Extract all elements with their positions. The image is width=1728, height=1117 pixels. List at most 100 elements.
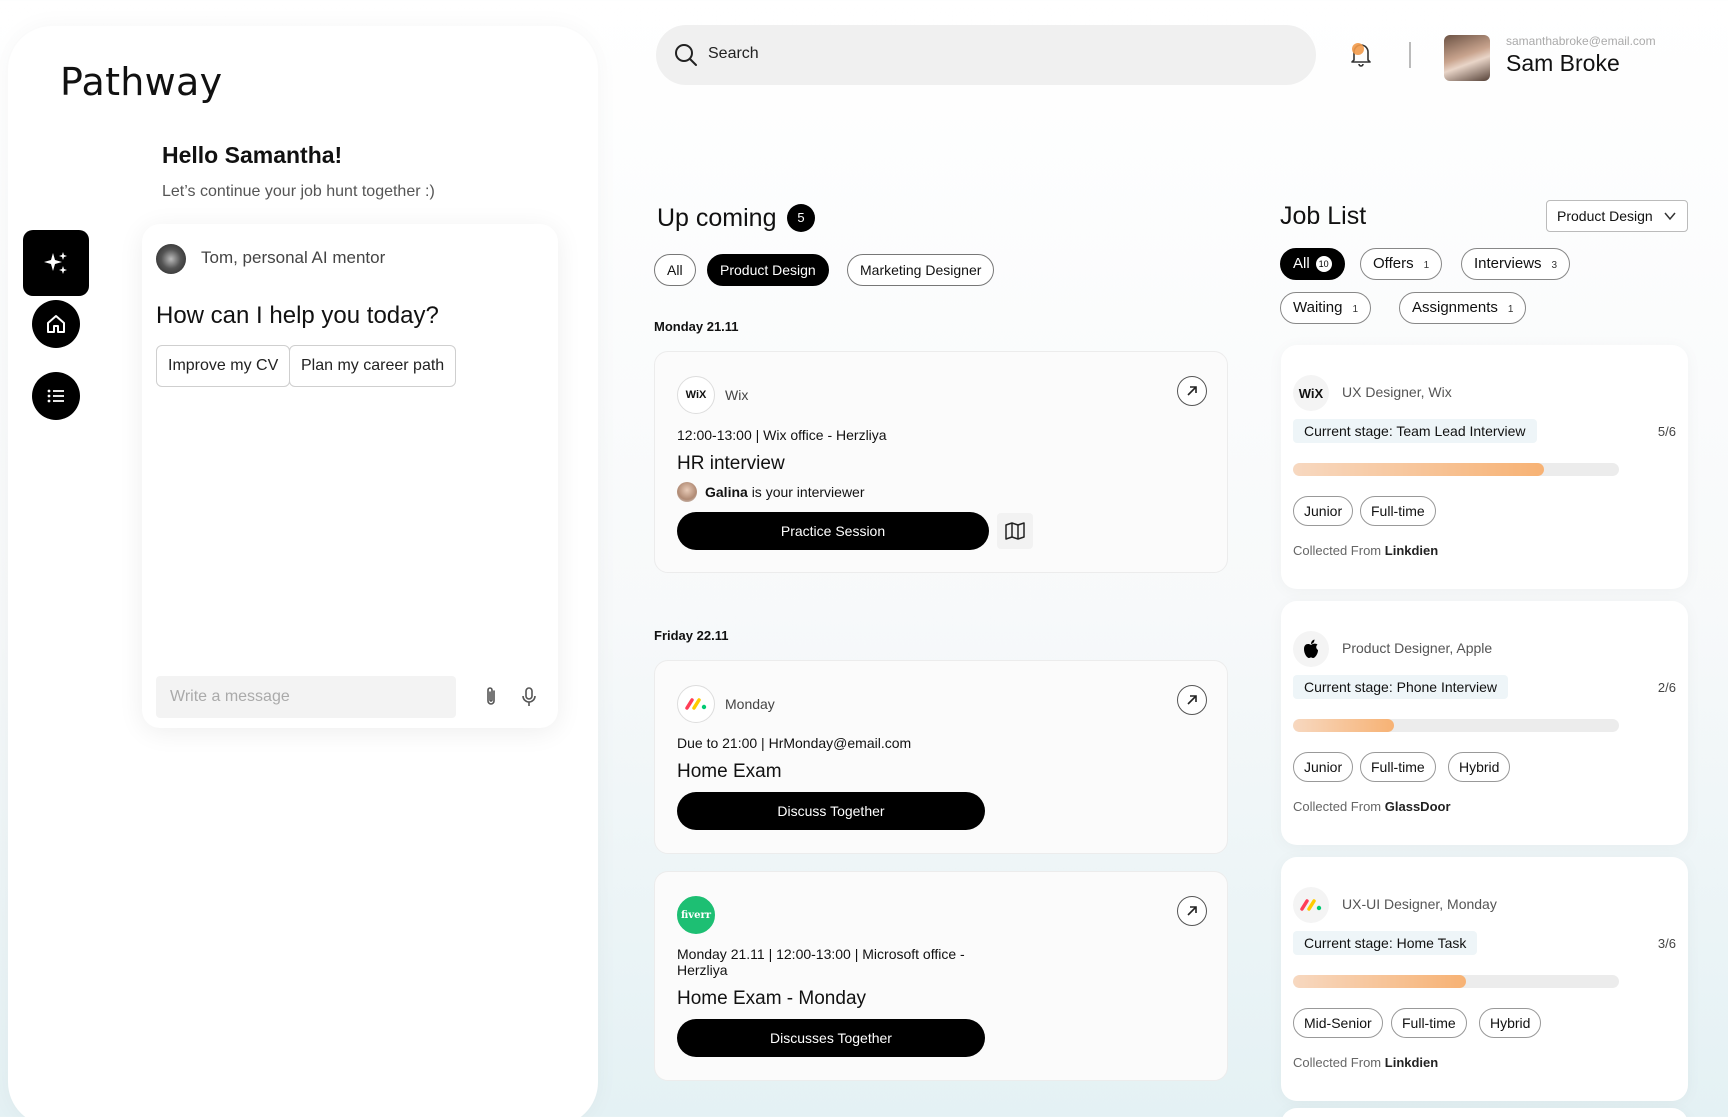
collected-source: Linkdien	[1384, 1055, 1439, 1070]
progress-bar	[1293, 719, 1619, 732]
job-title: Product Designer, Apple	[1342, 640, 1493, 656]
progress-fill	[1293, 975, 1466, 988]
collected-from: Collected From GlassDoor	[1293, 799, 1451, 814]
filter-marketing-designer[interactable]: Marketing Designer	[847, 254, 995, 286]
nav-home-button[interactable]	[32, 300, 80, 348]
bell-icon[interactable]	[1348, 40, 1374, 68]
event-card[interactable]: fiverr Monday 21.11 | 12:00-13:00 | Micr…	[654, 871, 1228, 1081]
date-label: Monday 21.11	[654, 319, 739, 334]
date-label: Friday 22.11	[654, 628, 729, 643]
apple-icon	[1304, 639, 1318, 658]
fiverr-logo: fiverr	[677, 896, 715, 934]
progress-bar	[1293, 463, 1619, 476]
nav-ai-button[interactable]	[23, 230, 89, 296]
search-icon	[675, 44, 697, 66]
user-name[interactable]: Sam Broke	[1506, 50, 1620, 77]
collected-source: Linkdien	[1384, 543, 1439, 558]
interviewer-name: Galina	[705, 484, 748, 500]
tag-level: Junior	[1293, 496, 1354, 526]
tag-type: Full-time	[1360, 496, 1436, 526]
search-bar[interactable]: Search	[656, 25, 1316, 85]
open-event-button[interactable]	[1177, 685, 1207, 715]
job-card[interactable]: WiX UX Designer, Wix Current stage: Team…	[1281, 345, 1688, 589]
home-icon	[47, 315, 65, 333]
job-card[interactable]: Product Designer, Apple Current stage: P…	[1281, 601, 1688, 845]
tag-level: Junior	[1293, 752, 1354, 782]
tab-label: Assignments	[1412, 299, 1498, 316]
greeting-title: Hello Samantha!	[162, 142, 343, 168]
open-event-button[interactable]	[1177, 376, 1207, 406]
filter-product-design[interactable]: Product Design	[707, 254, 829, 286]
tag-location: Hybrid	[1448, 752, 1511, 782]
nav-list-button[interactable]	[32, 372, 80, 420]
filter-all[interactable]: All	[654, 254, 696, 286]
apple-logo	[1293, 631, 1329, 667]
user-avatar[interactable]	[1444, 35, 1490, 81]
message-input[interactable]	[156, 676, 456, 718]
event-company: Monday	[725, 696, 775, 712]
monday-logo-icon	[1300, 899, 1322, 911]
greeting-subtitle: Let’s continue your job hunt together :)	[162, 183, 435, 200]
upcoming-title: Up coming	[657, 204, 777, 232]
search-placeholder[interactable]: Search	[708, 45, 759, 63]
interviewer-avatar	[677, 482, 697, 502]
tag-level: Mid-Senior	[1293, 1008, 1383, 1038]
event-meta: 12:00-13:00 | Wix office - Herzliya	[677, 427, 887, 443]
mentor-name: Tom, personal AI mentor	[201, 248, 386, 267]
event-title: HR interview	[677, 453, 785, 474]
collected-from: Collected From Linkdien	[1293, 1055, 1438, 1070]
tab-all[interactable]: All 10	[1280, 248, 1345, 280]
job-title: UX-UI Designer, Monday	[1342, 896, 1497, 912]
map-button[interactable]	[997, 513, 1033, 549]
left-panel: Pathway Hello Samantha! Let’s continue y…	[8, 26, 598, 1117]
monday-logo	[1293, 887, 1329, 923]
tab-interviews[interactable]: Interviews 3	[1461, 248, 1571, 280]
tag-type: Full-time	[1391, 1008, 1467, 1038]
paperclip-icon[interactable]	[482, 686, 500, 708]
sparkles-icon	[44, 252, 67, 274]
stage-fraction: 2/6	[1657, 680, 1676, 695]
plan-career-button[interactable]: Plan my career path	[289, 345, 457, 387]
wix-logo: WiX	[677, 376, 715, 414]
stage-fraction: 3/6	[1657, 936, 1676, 951]
stage-chip: Current stage: Home Task	[1293, 931, 1478, 955]
user-email: samanthabroke@email.com	[1506, 34, 1656, 48]
collected-from: Collected From Linkdien	[1293, 543, 1438, 558]
tab-offers[interactable]: Offers 1	[1360, 248, 1443, 280]
job-card-partial[interactable]	[1281, 1108, 1688, 1117]
discuss-together-button[interactable]: Discuss Together	[677, 792, 985, 830]
tab-label: Waiting	[1293, 299, 1343, 316]
tag-location: Hybrid	[1479, 1008, 1542, 1038]
event-meta: Due to 21:00 | HrMonday@email.com	[677, 735, 912, 751]
wix-logo: WiX	[1293, 375, 1329, 411]
job-card[interactable]: UX-UI Designer, Monday Current stage: Ho…	[1281, 857, 1688, 1101]
discusses-together-button[interactable]: Discusses Together	[677, 1019, 985, 1057]
open-event-button[interactable]	[1177, 896, 1207, 926]
improve-cv-button[interactable]: Improve my CV	[156, 345, 291, 387]
arrow-up-right-icon	[1187, 386, 1197, 396]
tab-count: 3	[1551, 260, 1558, 271]
practice-session-button[interactable]: Practice Session	[677, 512, 989, 550]
tab-count: 10	[1315, 256, 1332, 272]
collected-prefix: Collected From	[1293, 543, 1382, 558]
tag-type: Full-time	[1360, 752, 1436, 782]
mentor-question: How can I help you today?	[156, 302, 439, 329]
collected-prefix: Collected From	[1293, 799, 1382, 814]
category-dropdown[interactable]: Product Design	[1546, 200, 1688, 232]
progress-fill	[1293, 719, 1395, 732]
tab-count: 1	[1423, 260, 1430, 271]
tab-assignments[interactable]: Assignments 1	[1399, 292, 1527, 324]
event-card[interactable]: WiX Wix 12:00-13:00 | Wix office - Herzl…	[654, 351, 1228, 573]
collected-prefix: Collected From	[1293, 1055, 1382, 1070]
interviewer-row: Galina is your interviewer	[677, 482, 865, 502]
microphone-icon[interactable]	[520, 686, 538, 708]
app-logo[interactable]: Pathway	[60, 60, 222, 104]
tab-waiting[interactable]: Waiting 1	[1280, 292, 1372, 324]
job-title: UX Designer, Wix	[1342, 384, 1452, 400]
monday-logo	[677, 685, 715, 723]
joblist-title: Job List	[1280, 202, 1367, 230]
tab-count: 1	[1507, 304, 1514, 315]
progress-fill	[1293, 463, 1545, 476]
header-divider	[1409, 42, 1411, 68]
event-card[interactable]: Monday Due to 21:00 | HrMonday@email.com…	[654, 660, 1228, 854]
